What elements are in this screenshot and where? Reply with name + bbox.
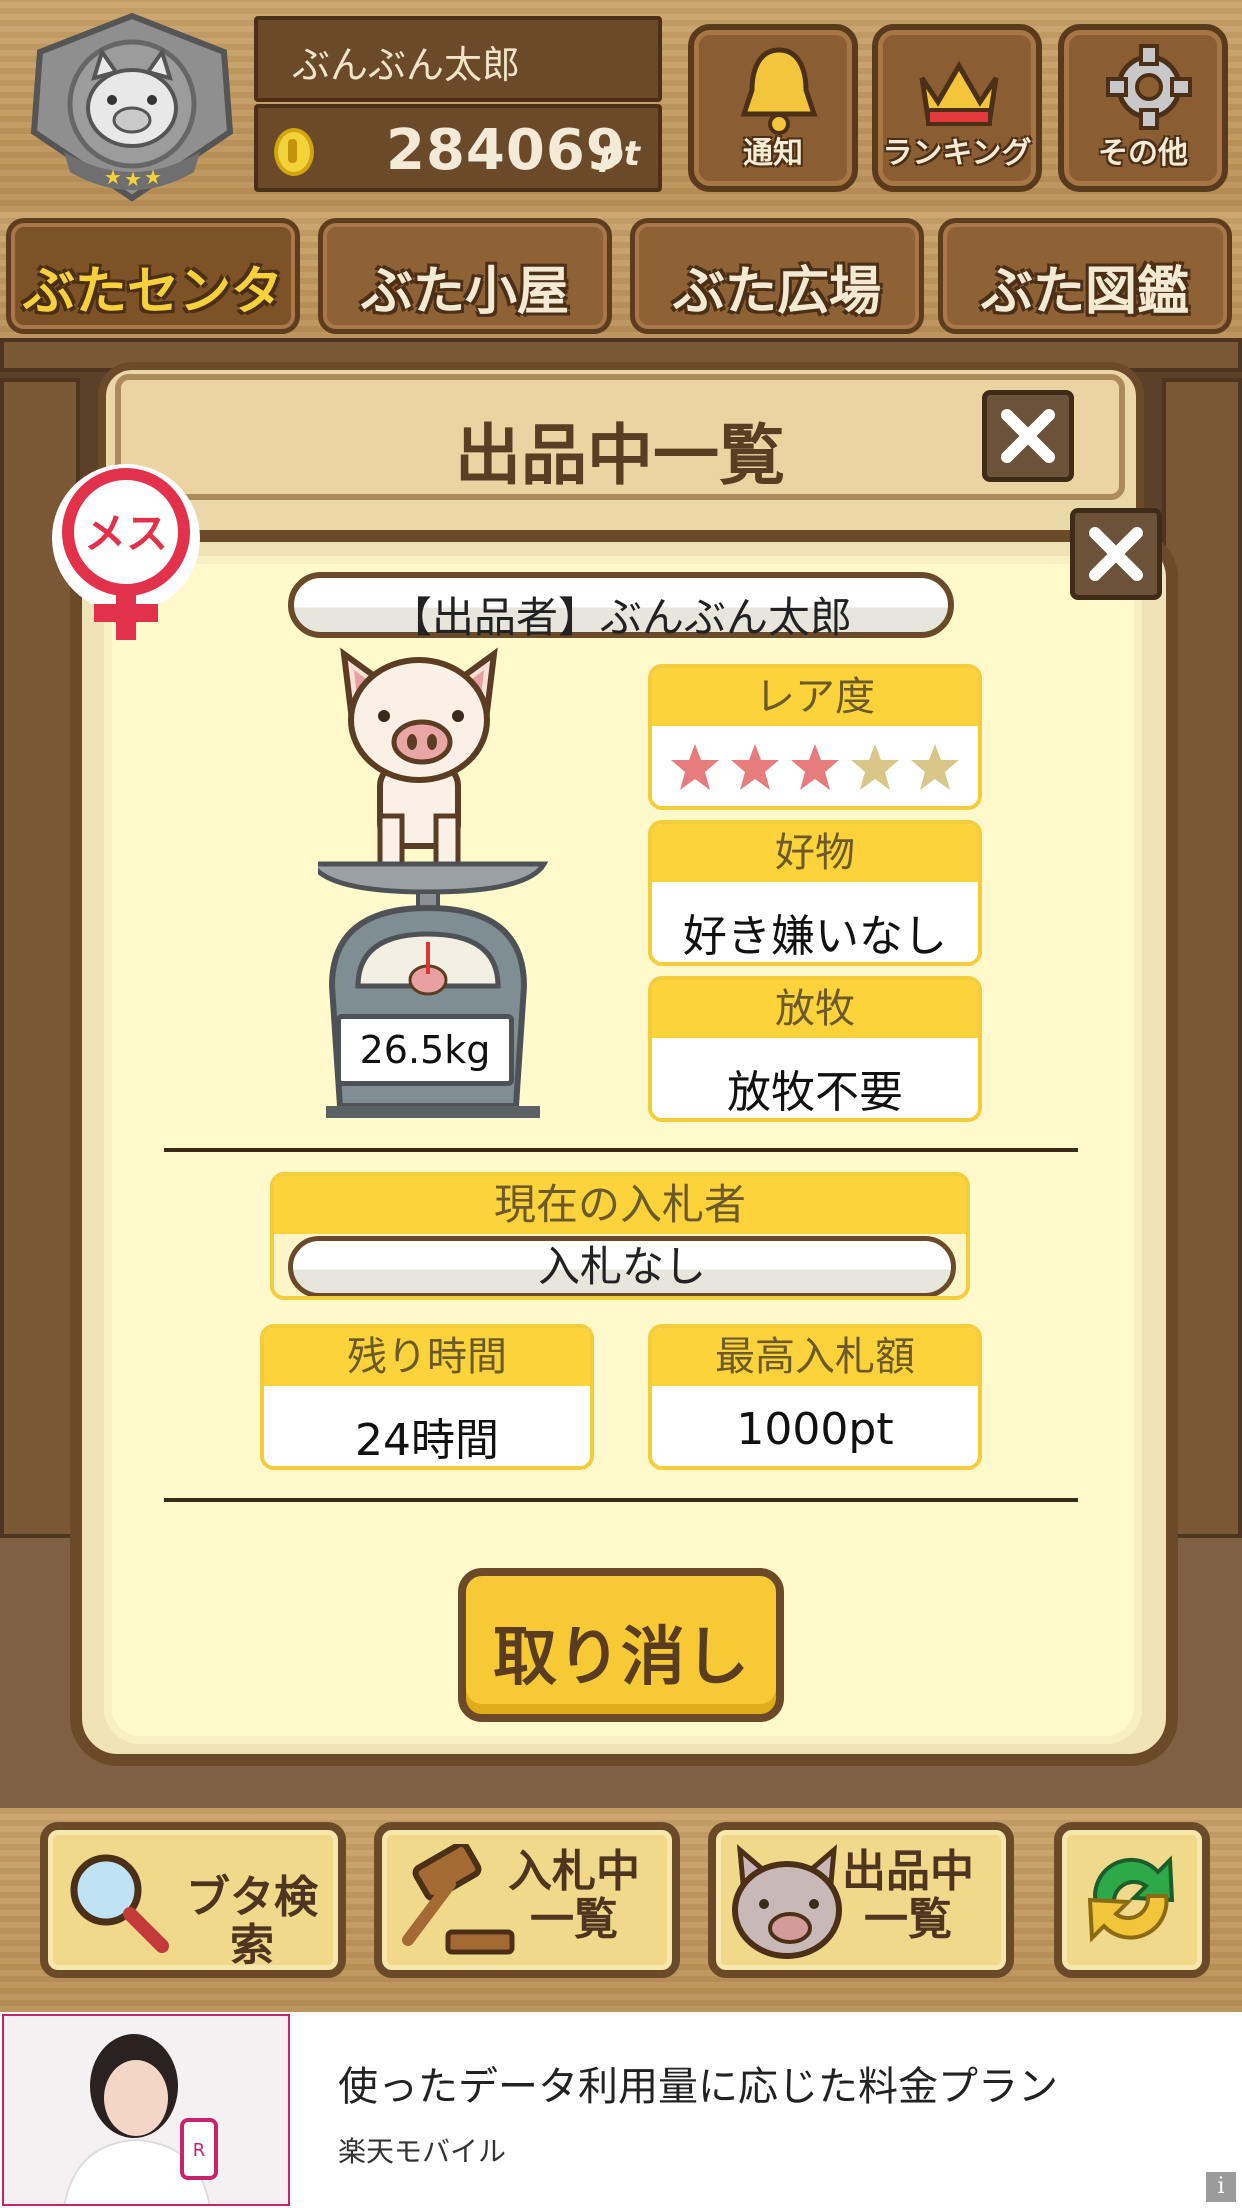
notification-label: 通知 (743, 136, 803, 171)
favorite-food-box: 好物 好き嫌いなし (648, 820, 982, 966)
bell-icon (740, 47, 818, 135)
star-icon (789, 742, 841, 803)
pig-weight: 26.5kg (336, 1014, 514, 1086)
seller-name: 【出品者】ぶんぶん太郎 (288, 572, 954, 642)
magnifier-icon (70, 1854, 169, 1953)
divider (164, 1148, 1078, 1152)
pig-search-button[interactable]: ブタ検索 (40, 1822, 346, 1978)
points-value: 284069 (386, 118, 626, 183)
divider (164, 1498, 1078, 1502)
svg-text:★: ★ (124, 167, 142, 191)
time-left-value: 24時間 (355, 1415, 499, 1466)
notification-button[interactable]: 通知 (688, 24, 858, 192)
bidding-list-label: 入札中 一覧 (508, 1846, 640, 1945)
svg-text:★: ★ (144, 165, 162, 189)
pig-face-icon (732, 1844, 842, 1959)
refresh-icon (1087, 1855, 1175, 1943)
current-bidder-box: 現在の入札者 入札なし (270, 1172, 970, 1300)
star-icon (669, 742, 721, 803)
tab-buta-zukan[interactable]: ぶた図鑑 (938, 218, 1232, 334)
dialog-close-button[interactable] (1070, 508, 1162, 600)
rarity-box: レア度 (648, 664, 982, 810)
current-bidder-value: 入札なし (288, 1236, 956, 1296)
top-header: ★ ★ ★ ぶんぶん太郎 284069 pt 通知 ランキング その他 (0, 0, 1242, 212)
listing-list-button[interactable]: 出品中 一覧 (708, 1822, 1014, 1978)
rarity-label: レア度 (652, 668, 978, 726)
crown-icon (919, 61, 999, 126)
time-left-label: 残り時間 (264, 1328, 590, 1386)
ranking-label: ランキング (882, 136, 1032, 171)
favorite-food-value: 好き嫌いなし (683, 911, 947, 962)
advertisement-banner[interactable]: R 使ったデータ利用量に応じた料金プラン 楽天モバイル i (0, 2012, 1242, 2208)
female-badge: メス (50, 462, 202, 652)
ad-info-icon[interactable]: i (1206, 2172, 1236, 2202)
bottom-action-bar: ブタ検索 入札中 一覧 出品中 一覧 (0, 1808, 1242, 2012)
star-empty-icon (909, 742, 961, 803)
highest-bid-value: 1000pt (736, 1404, 894, 1455)
refresh-button[interactable] (1054, 1822, 1210, 1978)
tab-buta-center[interactable]: ぶたセンター (6, 218, 300, 397)
player-rank-badge[interactable]: ★ ★ ★ (24, 12, 240, 202)
svg-text:★: ★ (104, 165, 122, 189)
main-tab-bar: ぶたセンター ぶた小屋 ぶた広場 ぶた図鑑 (0, 212, 1242, 397)
svg-text:R: R (193, 2140, 206, 2161)
grazing-label: 放牧 (652, 980, 978, 1038)
bidding-list-button[interactable]: 入札中 一覧 (374, 1822, 680, 1978)
current-bidder-label: 現在の入札者 (274, 1176, 966, 1234)
star-icon (729, 742, 781, 803)
cancel-listing-button[interactable]: 取り消し (458, 1568, 784, 1722)
tab-buta-hiroba[interactable]: ぶた広場 (630, 218, 924, 334)
close-icon (1089, 527, 1143, 581)
other-button[interactable]: その他 (1058, 24, 1228, 192)
ad-title[interactable]: 使ったデータ利用量に応じた料金プラン (338, 2054, 1058, 2112)
highest-bid-label: 最高入札額 (652, 1328, 978, 1386)
listing-close-button[interactable] (982, 390, 1074, 482)
listing-list-label: 出品中 一覧 (842, 1846, 974, 1945)
ranking-button[interactable]: ランキング (872, 24, 1042, 192)
other-label: その他 (1098, 136, 1188, 171)
star-empty-icon (849, 742, 901, 803)
pig-search-label: ブタ検索 (186, 1872, 318, 1971)
coin-icon (274, 128, 314, 176)
gear-icon (1106, 44, 1192, 130)
favorite-food-label: 好物 (652, 824, 978, 882)
username-display: ぶんぶん太郎 (254, 16, 662, 102)
gender-label: メス (84, 509, 168, 558)
listing-panel-title: 出品中一覧 (115, 374, 1125, 500)
tab-buta-goya[interactable]: ぶた小屋 (318, 218, 612, 334)
ad-image[interactable]: R (2, 2014, 290, 2206)
close-icon (1001, 409, 1055, 463)
grazing-value: 放牧不要 (727, 1067, 903, 1118)
highest-bid-box: 最高入札額 1000pt (648, 1324, 982, 1470)
points-display: 284069 pt (254, 104, 662, 192)
gavel-icon (402, 1844, 515, 1955)
time-left-box: 残り時間 24時間 (260, 1324, 594, 1470)
points-unit: pt (599, 134, 640, 174)
grazing-box: 放牧 放牧不要 (648, 976, 982, 1122)
rarity-stars (652, 726, 978, 803)
ad-sponsor: 楽天モバイル (338, 2135, 507, 2168)
